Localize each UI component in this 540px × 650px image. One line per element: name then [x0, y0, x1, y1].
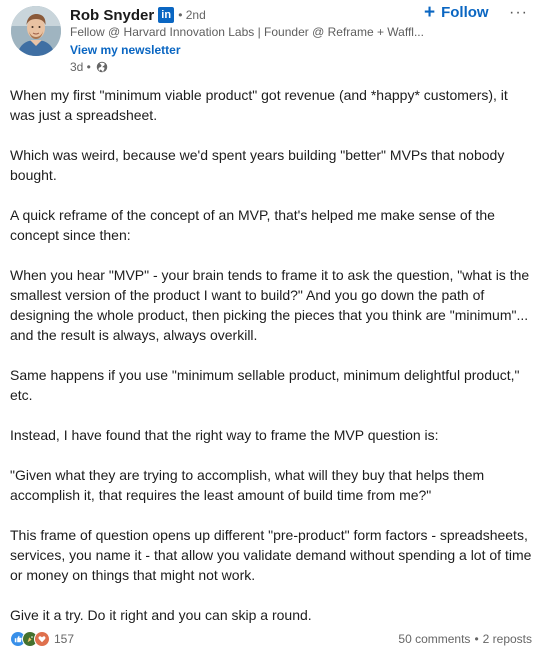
post-paragraph: Give it a try. Do it right and you can s… [10, 607, 312, 623]
post-body: When my first "minimum viable product" g… [10, 85, 536, 645]
globe-icon [96, 61, 108, 73]
more-options-icon[interactable]: ··· [509, 4, 528, 22]
connection-degree: • 2nd [178, 8, 206, 22]
post-header: Rob Snyder in • 2nd Fellow @ Harvard Inn… [0, 0, 540, 80]
author-headline: Fellow @ Harvard Innovation Labs | Found… [70, 25, 424, 39]
time-posted: 3d • [70, 60, 91, 74]
newsletter-link[interactable]: View my newsletter [70, 43, 181, 57]
post-paragraph: Which was weird, because we'd spent year… [10, 147, 505, 183]
author-name[interactable]: Rob Snyder [70, 7, 154, 24]
post-paragraph: "Given what they are trying to accomplis… [10, 467, 485, 503]
post-paragraph: This frame of question opens up differen… [10, 527, 532, 583]
comments-count-link[interactable]: 50 comments [398, 632, 470, 646]
reaction-count: 157 [54, 632, 75, 646]
reactions-summary[interactable]: 157 [10, 631, 74, 647]
post-paragraph: A quick reframe of the concept of an MVP… [10, 207, 495, 243]
plus-icon: + [424, 2, 436, 23]
follow-button[interactable]: + Follow [424, 3, 489, 22]
post-paragraph: When my first "minimum viable product" g… [10, 87, 508, 123]
love-icon [34, 631, 50, 647]
post-meta: 3d • [70, 60, 108, 74]
post-paragraph: Same happens if you use "minimum sellabl… [10, 367, 520, 403]
avatar-image [11, 6, 61, 56]
author-name-row: Rob Snyder in • 2nd [70, 5, 206, 25]
reposts-count-link[interactable]: 2 reposts [483, 632, 532, 646]
engagement-stats: 50 comments • 2 reposts [398, 632, 532, 646]
post-paragraph: Instead, I have found that the right way… [10, 427, 439, 443]
follow-label: Follow [441, 4, 489, 21]
avatar[interactable] [11, 6, 61, 56]
linkedin-premium-icon: in [158, 7, 175, 23]
separator: • [474, 632, 479, 646]
post-paragraph: When you hear "MVP" - your brain tends t… [10, 267, 530, 343]
post-social-counts: 157 50 comments • 2 reposts [10, 630, 532, 648]
